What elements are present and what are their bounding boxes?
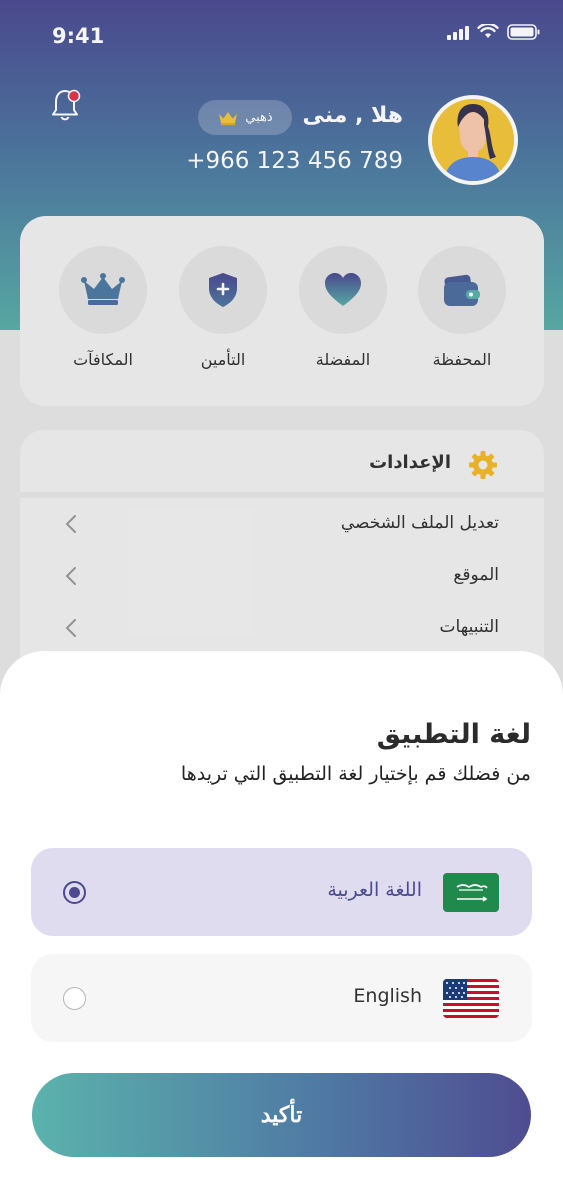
language-label: اللغة العربية <box>327 879 422 901</box>
language-label: English <box>353 985 422 1007</box>
confirm-button[interactable]: تأكيد <box>32 1073 531 1157</box>
sheet-subtitle: من فضلك قم بإختيار لغة التطبيق التي تريد… <box>180 763 531 785</box>
language-bottom-sheet: لغة التطبيق من فضلك قم بإختيار لغة التطب… <box>0 651 563 1202</box>
radio-selected[interactable] <box>63 881 86 904</box>
radio-unselected[interactable] <box>63 987 86 1010</box>
language-option-arabic[interactable]: اللغة العربية <box>31 848 532 936</box>
saudi-flag-icon <box>443 873 499 912</box>
language-option-english[interactable]: English <box>31 954 532 1042</box>
sheet-title: لغة التطبيق <box>376 719 531 750</box>
us-flag-icon <box>443 979 499 1018</box>
